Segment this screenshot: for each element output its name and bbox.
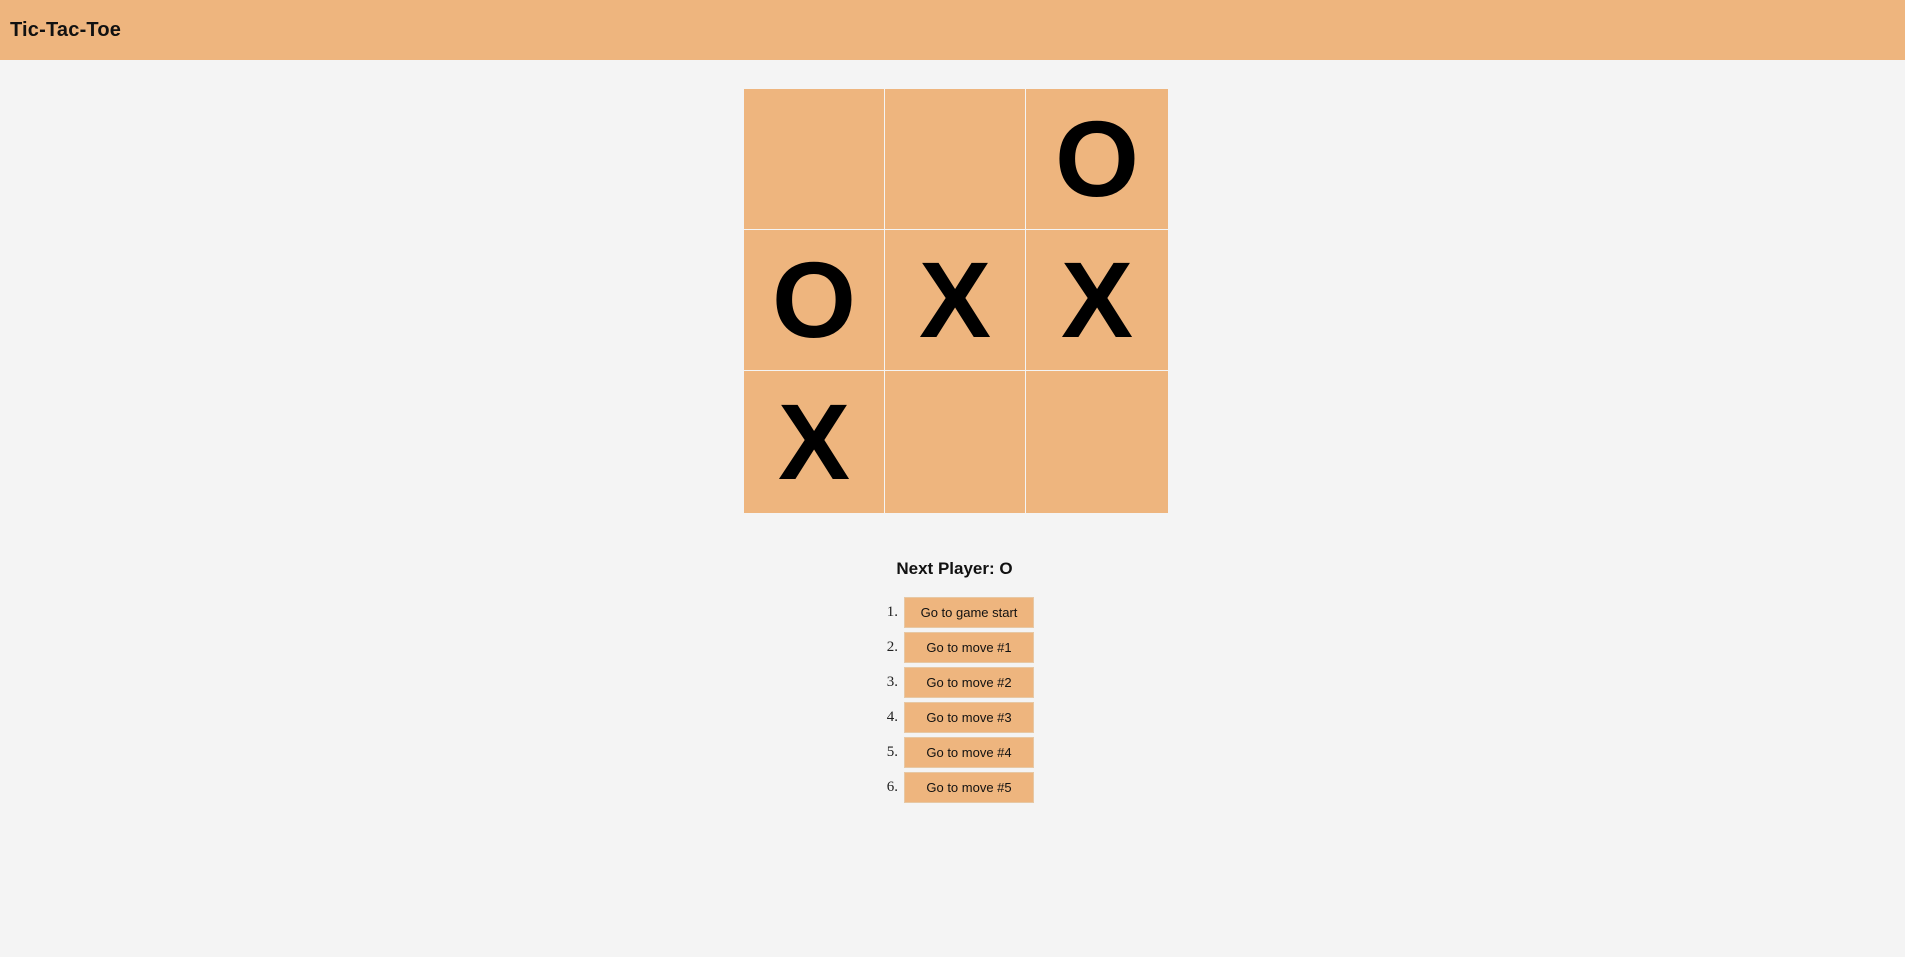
board-cell-4[interactable]: X — [885, 230, 1026, 371]
board-cell-8[interactable] — [1026, 371, 1168, 513]
go-to-move-2-button[interactable]: Go to move #2 — [904, 667, 1034, 698]
history-item-number: 4. — [886, 709, 898, 725]
go-to-move-5-button[interactable]: Go to move #5 — [904, 772, 1034, 803]
history-item: 4. Go to move #3 — [872, 700, 1034, 735]
go-to-move-4-button[interactable]: Go to move #4 — [904, 737, 1034, 768]
board-cell-5[interactable]: X — [1026, 230, 1168, 371]
history-item: 6. Go to move #5 — [872, 770, 1034, 805]
go-to-move-1-button[interactable]: Go to move #1 — [904, 632, 1034, 663]
board-cell-0[interactable] — [744, 89, 885, 230]
next-player-status: Next Player: O — [896, 559, 1013, 578]
history-item: 1. Go to game start — [872, 595, 1034, 630]
history-item-number: 5. — [886, 744, 898, 760]
board-cell-7[interactable] — [885, 371, 1026, 513]
game-board: O O X X X — [744, 89, 1168, 513]
app-title: Tic-Tac-Toe — [10, 18, 122, 41]
history-item-number: 3. — [886, 674, 898, 690]
history-item-number: 2. — [886, 639, 898, 655]
go-to-game-start-button[interactable]: Go to game start — [904, 597, 1034, 628]
board-cell-6[interactable]: X — [744, 371, 885, 513]
app-header: Tic-Tac-Toe — [0, 0, 1905, 60]
history-item: 2. Go to move #1 — [872, 630, 1034, 665]
board-cell-3[interactable]: O — [744, 230, 885, 371]
board-cell-2[interactable]: O — [1026, 89, 1168, 230]
move-history-list: 1. Go to game start 2. Go to move #1 3. … — [872, 595, 1034, 805]
history-item: 3. Go to move #2 — [872, 665, 1034, 700]
history-item-number: 1. — [886, 604, 898, 620]
go-to-move-3-button[interactable]: Go to move #3 — [904, 702, 1034, 733]
history-item: 5. Go to move #4 — [872, 735, 1034, 770]
history-item-number: 6. — [886, 779, 898, 795]
board-cell-1[interactable] — [885, 89, 1026, 230]
